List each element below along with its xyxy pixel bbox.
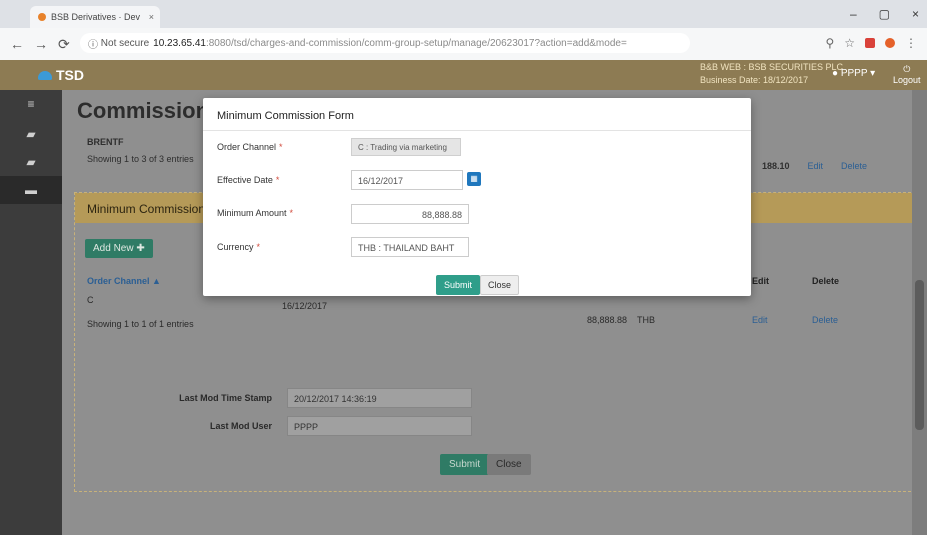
edit-link[interactable]: Edit [808,161,824,171]
logo-text: TSD [56,67,84,83]
required-mark: * [279,142,283,152]
minimum-amount-label: Minimum Amount * [217,208,293,218]
logout-label: Logout [893,75,921,85]
logout-button[interactable]: ⏻ Logout [893,64,921,85]
panel-table-info: Showing 1 to 1 of 1 entries [87,319,194,329]
extension-orange-icon[interactable] [885,38,895,48]
dialog-submit-button[interactable]: Submit [436,275,481,295]
minimum-commission-form-dialog: Minimum Commission Form Order Channel * C… [203,98,751,296]
row-amount: 188.10 [762,161,790,171]
last-mod-user-label: Last Mod User [209,421,272,431]
hamburger-icon[interactable]: ≡ [0,90,62,118]
order-channel-field[interactable]: C : Trading via marketing [351,138,461,156]
dialog-divider [203,130,751,131]
column-edit: Edit [752,276,769,286]
reload-icon[interactable]: ⟳ [58,36,70,53]
app-header: TSD B&B WEB : BSB SECURITIES PLC Busines… [0,60,927,90]
menu-icon[interactable]: ⋮ [905,36,917,50]
column-order-channel[interactable]: Order Channel ▲ [87,276,161,286]
last-mod-time-label: Last Mod Time Stamp [179,393,272,403]
cell-amount: 88,888.88 [587,315,628,325]
maximize-button[interactable]: ▢ [879,7,890,21]
scrollbar[interactable] [912,90,927,535]
browser-tabstrip: BSB Derivatives · Dev × – ▢ × [0,0,927,28]
order-channel-label-text: Order Channel [217,142,277,152]
currency-label: Currency * [217,242,260,252]
required-mark: * [275,175,280,185]
favicon-icon [38,13,46,21]
power-icon: ⏻ [903,64,911,74]
column-delete: Delete [812,276,840,286]
table-row: 188.10 Edit Delete [762,161,867,171]
user-menu[interactable]: ● PPPP ▾ [832,68,875,79]
user-name: PPPP ▾ [840,68,876,79]
dialog-title: Minimum Commission Form [217,110,354,122]
user-icon: ● [832,68,839,79]
currency-field[interactable]: THB : THAILAND BAHT [351,237,469,257]
logo-icon [38,70,52,80]
dialog-close-button[interactable]: Close [480,275,520,295]
company-name: B&B WEB : BSB SECURITIES PLC [700,62,844,72]
add-new-button[interactable]: Add New ✚ [85,239,153,258]
bookmark-star-icon[interactable]: ☆ [844,36,855,50]
currency-label-text: Currency [217,242,254,252]
calendar-icon[interactable]: ▦ [467,172,481,186]
close-window-button[interactable]: × [912,7,919,21]
back-icon[interactable]: ← [10,36,24,52]
info-icon: ⓘ [88,39,101,51]
minimize-button[interactable]: – [850,7,857,21]
app-logo[interactable]: TSD [38,67,84,83]
url-host: 10.23.65.41 [153,37,206,49]
url-field[interactable]: ⓘ Not secure 10.23.65.41 :8080/tsd/charg… [80,33,690,53]
browser-extensions: ⚲ ☆ ⋮ [825,36,917,50]
sidebar-item-briefcase-2[interactable]: ▰ [0,148,62,176]
tab-close-icon[interactable]: × [149,12,154,22]
sidebar-item-briefcase[interactable]: ▰ [0,120,62,148]
minimum-amount-field[interactable]: 88,888.88 [351,204,469,224]
close-button[interactable]: Close [487,454,531,475]
panel-title: Minimum Commission [87,202,206,216]
forward-icon[interactable]: → [34,36,48,52]
group-code: BRENTF [87,137,124,147]
scrollbar-thumb[interactable] [915,280,924,430]
extension-red-icon[interactable] [865,38,875,48]
table-info: Showing 1 to 3 of 3 entries [87,154,194,164]
url-path: :8080/tsd/charges-and-commission/comm-gr… [205,37,627,49]
zoom-icon[interactable]: ⚲ [825,36,834,50]
sidebar-item-folder[interactable]: ▬ [0,176,62,204]
required-mark: * [256,242,261,252]
security-label: Not secure [100,37,150,49]
address-bar-row: ← → ⟳ ⓘ Not secure 10.23.65.41 :8080/tsd… [0,28,927,61]
cell-channel: C [87,295,94,305]
cell-date: 16/12/2017 [282,301,328,311]
row-delete-link[interactable]: Delete [812,315,838,325]
sidebar: ≡ ▰ ▰ ▬ [0,90,62,535]
effective-date-label-text: Effective Date [217,175,273,185]
last-mod-time-field: 20/12/2017 14:36:19 [287,388,472,408]
window-controls: – ▢ × [850,7,919,21]
cell-currency: THB [637,315,655,325]
effective-date-label: Effective Date * [217,175,279,185]
effective-date-field[interactable]: 16/12/2017 [351,170,463,190]
submit-button[interactable]: Submit [440,454,490,475]
last-mod-user-field: PPPP [287,416,472,436]
business-date: Business Date: 18/12/2017 [700,75,809,85]
delete-link[interactable]: Delete [841,161,867,171]
row-edit-link[interactable]: Edit [752,315,768,325]
tab-title: BSB Derivatives · Dev [51,12,141,22]
required-mark: * [289,208,294,218]
order-channel-label: Order Channel * [217,142,283,152]
minimum-amount-label-text: Minimum Amount [217,208,287,218]
browser-tab[interactable]: BSB Derivatives · Dev × [30,6,160,28]
